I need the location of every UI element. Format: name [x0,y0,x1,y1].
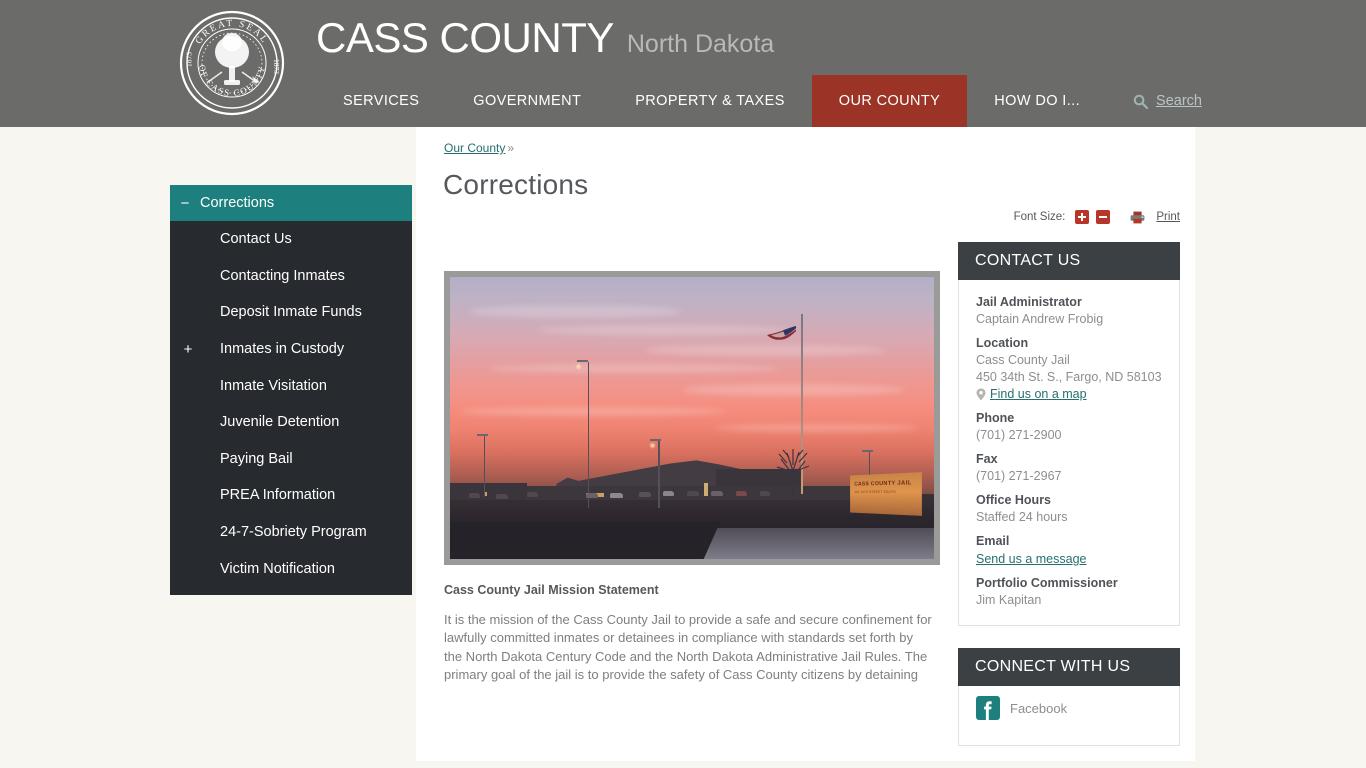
search-button[interactable]: Search [1107,75,1222,127]
page-tools: Font Size: Print [1014,210,1180,224]
mission-statement-text: It is the mission of the Cass County Jai… [444,612,932,683]
connect-with-us-box: CONNECT WITH US Facebook [958,648,1180,746]
sidebar-item-contacting-inmates[interactable]: Contacting Inmates [170,258,412,295]
expand-icon[interactable]: + [170,341,206,358]
sidebar-item-label: Victim Notification [220,560,335,577]
breadcrumb: Our County» [444,141,514,155]
sidebar-item-inmate-visitation[interactable]: Inmate Visitation [170,367,412,404]
jail-photo-frame: CASS COUNTY JAIL 450 34TH STREET SOUTH [444,271,940,565]
contact-label-location: Location [976,336,1029,350]
map-pin-icon [976,388,986,401]
contact-label-phone: Phone [976,411,1015,425]
decrease-font-size-button[interactable] [1096,210,1111,224]
printer-icon[interactable] [1130,211,1145,224]
sidebar-item-label: Inmate Visitation [220,377,327,394]
contact-label-portfolio-commissioner: Portfolio Commissioner [976,576,1118,590]
page-title: Corrections [443,169,589,200]
contact-label-fax: Fax [976,452,998,466]
nav-item-property-and-taxes[interactable]: PROPERTY & TAXES [608,75,812,127]
social-link-facebook[interactable]: Facebook [959,686,1179,720]
sidebar-item-deposit-inmate-funds[interactable]: Deposit Inmate Funds [170,294,412,331]
nav-item-how-do-i[interactable]: HOW DO I... [967,75,1107,127]
sidebar-item-contact-us[interactable]: Contact Us [170,221,412,258]
breadcrumb-separator: » [507,141,515,155]
page-body: − Corrections Contact Us Contacting Inma… [0,127,1366,761]
svg-text:1873: 1873 [185,52,194,67]
contact-value-jail-administrator: Captain Andrew Frobig [976,312,1104,326]
bare-tree-silhouette [777,448,810,497]
find-us-on-a-map-row: Find us on a map [976,386,1162,403]
contact-value-office-hours: Staffed 24 hours [976,510,1068,524]
sidebar-item-victim-notification[interactable]: Victim Notification [170,550,412,587]
photo-road [450,522,720,559]
contact-us-body: Jail Administrator Captain Andrew Frobig… [959,280,1179,625]
sidebar-item-label: Inmates in Custody [220,341,345,358]
contact-value-phone: (701) 271-2900 [976,428,1062,442]
sidebar-item-label: Contact Us [220,231,292,248]
contact-value-portfolio-commissioner: Jim Kapitan [976,593,1042,607]
brand[interactable]: CASS COUNTY North Dakota [316,14,774,62]
jail-entrance-sign: CASS COUNTY JAIL 450 34TH STREET SOUTH [850,472,923,516]
contact-value-fax: (701) 271-2967 [976,469,1062,483]
sidebar-item-label: Paying Bail [220,450,293,467]
search-icon [1133,94,1149,109]
nav-item-our-county[interactable]: OUR COUNTY [811,75,968,127]
contact-us-box: CONTACT US Jail Administrator Captain An… [958,242,1180,626]
contact-label-office-hours: Office Hours [976,493,1052,507]
nav-item-services[interactable]: SERVICES [316,75,446,127]
facebook-icon [976,696,1000,720]
sidebar-item-label: Deposit Inmate Funds [220,304,362,321]
county-seal-logo[interactable]: GREAT SEAL OF CASS COUNTY 1873 1873 [178,10,286,116]
content-card: Our County» Corrections Font Size: Print [416,127,1195,761]
american-flag [766,325,796,340]
brand-title: CASS COUNTY [316,14,614,61]
sidebar-item-label: Juvenile Detention [220,414,340,431]
main-navigation: SERVICES GOVERNMENT PROPERTY & TAXES OUR… [316,75,1222,127]
find-us-on-a-map-link[interactable]: Find us on a map [990,386,1087,403]
svg-text:1873: 1873 [272,59,281,74]
increase-font-size-button[interactable] [1075,210,1090,224]
search-label: Search [1156,93,1202,109]
sidebar-item-label: PREA Information [220,487,336,504]
send-us-a-message-link[interactable]: Send us a message [976,551,1087,568]
sidebar-item-inmates-in-custody[interactable]: + Inmates in Custody [170,331,412,368]
sidebar-item-label: Contacting Inmates [220,267,345,284]
font-size-label: Font Size: [1013,211,1066,223]
contact-value-location-address: 450 34th St. S., Fargo, ND 58103 [976,370,1162,384]
breadcrumb-link-our-county[interactable]: Our County [444,141,505,155]
sidebar-header-label: Corrections [200,195,275,211]
connect-with-us-title: CONNECT WITH US [958,648,1180,686]
sidebar-item-label: 24-7-Sobriety Program [220,524,367,541]
social-label-facebook: Facebook [1010,700,1068,716]
brand-subtitle: North Dakota [626,30,775,58]
contact-value-location-name: Cass County Jail [976,353,1070,367]
contact-label-email: Email [976,534,1010,548]
contact-label-jail-administrator: Jail Administrator [976,295,1082,309]
section-sidebar: − Corrections Contact Us Contacting Inma… [170,185,412,595]
article-column: CASS COUNTY JAIL 450 34TH STREET SOUTH C… [444,271,944,685]
sidebar-item-juvenile-detention[interactable]: Juvenile Detention [170,404,412,441]
sidebar-item-paying-bail[interactable]: Paying Bail [170,441,412,478]
collapse-icon[interactable]: − [170,195,200,212]
contact-us-title: CONTACT US [958,242,1180,280]
site-header: GREAT SEAL OF CASS COUNTY 1873 1873 CASS… [0,0,1366,134]
nav-item-government[interactable]: GOVERNMENT [446,75,608,127]
right-rail: CONTACT US Jail Administrator Captain An… [958,242,1180,746]
print-link[interactable]: Print [1156,211,1180,223]
jail-sign-subtext: 450 34TH STREET SOUTH [854,489,897,494]
jail-photo: CASS COUNTY JAIL 450 34TH STREET SOUTH [450,277,934,559]
jail-sign-text: CASS COUNTY JAIL [854,480,913,488]
sidebar-item-24-7-sobriety-program[interactable]: 24-7-Sobriety Program [170,514,412,551]
sidebar-header-corrections[interactable]: − Corrections [170,185,412,221]
sidebar-item-prea-information[interactable]: PREA Information [170,477,412,514]
mission-statement-heading: Cass County Jail Mission Statement [444,583,659,597]
